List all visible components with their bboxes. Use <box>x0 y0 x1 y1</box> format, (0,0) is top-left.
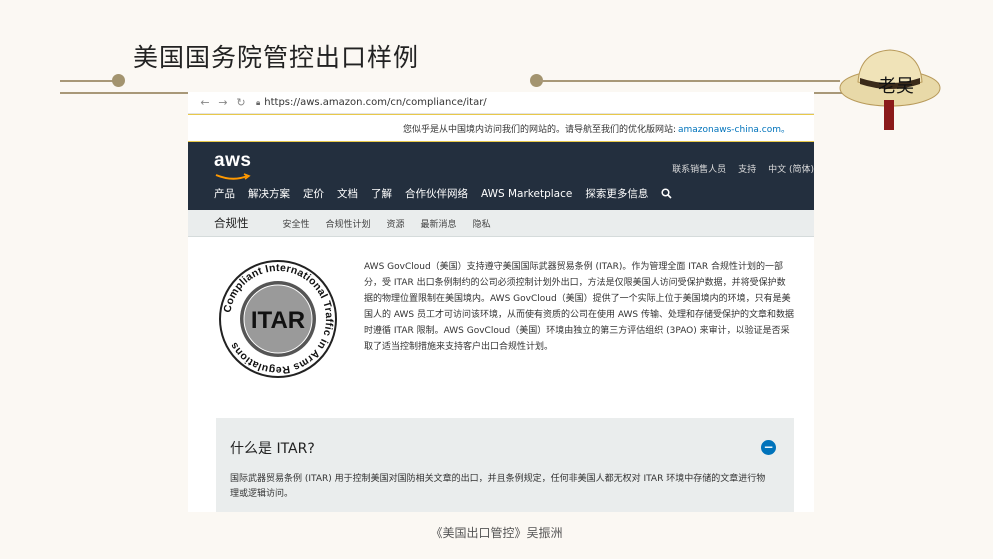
intro-paragraph: AWS GovCloud（美国）支持遵守美国国际武器贸易条例 (ITAR)。作为… <box>364 262 794 352</box>
subnav-item-news[interactable]: 最新消息 <box>421 217 457 230</box>
nav-item-products[interactable]: 产品 <box>214 186 235 201</box>
nav-item-explore[interactable]: 探索更多信息 <box>585 186 648 201</box>
subnav-item-security[interactable]: 安全性 <box>283 217 310 230</box>
hat-text: 老吴 <box>878 76 914 97</box>
right-decor-line <box>540 80 840 82</box>
support-link[interactable]: 支持 <box>738 162 756 175</box>
collapse-icon[interactable]: − <box>761 440 776 455</box>
region-banner-link[interactable]: amazonaws-china.com。 <box>678 122 790 135</box>
aws-smile-icon <box>215 173 251 180</box>
search-icon[interactable] <box>661 188 672 199</box>
subnav-item-privacy[interactable]: 隐私 <box>473 217 491 230</box>
region-banner: 您似乎是从中国境内访问我们的网站的。请导航至我们的优化版网站: amazonaw… <box>188 114 814 142</box>
slide-caption: 《美国出口管控》吴振洲 <box>430 526 563 540</box>
website-screenshot: ← → ↻ 🔒︎ https://aws.amazon.com/cn/compl… <box>188 92 814 512</box>
nav-item-partners[interactable]: 合作伙伴网络 <box>405 186 468 201</box>
lock-icon: 🔒︎ <box>256 97 261 107</box>
reload-icon[interactable]: ↻ <box>232 96 250 109</box>
faq-title[interactable]: 什么是 ITAR? <box>230 438 315 458</box>
contact-sales-link[interactable]: 联系销售人员 <box>672 162 726 175</box>
aws-header: aws 联系销售人员 支持 中文 (简体) 产品 解决方案 定价 文档 了解 合… <box>188 142 814 210</box>
language-link[interactable]: 中文 (简体) <box>768 162 814 175</box>
straw-hat-logo: 老吴 <box>839 49 941 130</box>
top-links: 联系销售人员 支持 中文 (简体) <box>672 162 814 175</box>
itar-compliant-seal: ITAR Compliant International Traffic in … <box>219 260 337 378</box>
seal-center-text: ITAR <box>251 307 305 334</box>
region-banner-text: 您似乎是从中国境内访问我们的网站的。请导航至我们的优化版网站: <box>402 124 676 135</box>
nav-item-solutions[interactable]: 解决方案 <box>248 186 290 201</box>
slide-title: 美国国务院管控出口样例 <box>133 43 420 72</box>
nav-item-docs[interactable]: 文档 <box>337 186 358 201</box>
aws-logo[interactable]: aws <box>214 150 251 172</box>
faq-body: 国际武器贸易条例 (ITAR) 用于控制美国对国防相关文章的出口，并且条例规定，… <box>230 474 766 499</box>
back-arrow-icon[interactable]: ← <box>196 96 214 109</box>
main-nav: 产品 解决方案 定价 文档 了解 合作伙伴网络 AWS Marketplace … <box>214 186 672 201</box>
nav-item-learn[interactable]: 了解 <box>371 186 392 201</box>
url-text[interactable]: https://aws.amazon.com/cn/compliance/ita… <box>264 97 486 108</box>
left-decor-line-lower <box>60 92 188 94</box>
left-decor-line <box>60 80 118 82</box>
browser-address-bar: ← → ↻ 🔒︎ https://aws.amazon.com/cn/compl… <box>188 92 814 114</box>
nav-item-pricing[interactable]: 定价 <box>303 186 324 201</box>
subnav-brand[interactable]: 合规性 <box>214 215 249 231</box>
compliance-subnav: 合规性 安全性 合规性计划 资源 最新消息 隐私 <box>188 210 814 237</box>
subnav-item-resources[interactable]: 资源 <box>387 217 405 230</box>
left-decor-dot <box>112 74 125 87</box>
subnav-item-programs[interactable]: 合规性计划 <box>326 217 371 230</box>
nav-item-marketplace[interactable]: AWS Marketplace <box>481 188 572 200</box>
faq-panel: 什么是 ITAR? − 国际武器贸易条例 (ITAR) 用于控制美国对国防相关文… <box>216 418 794 512</box>
forward-arrow-icon[interactable]: → <box>214 96 232 109</box>
